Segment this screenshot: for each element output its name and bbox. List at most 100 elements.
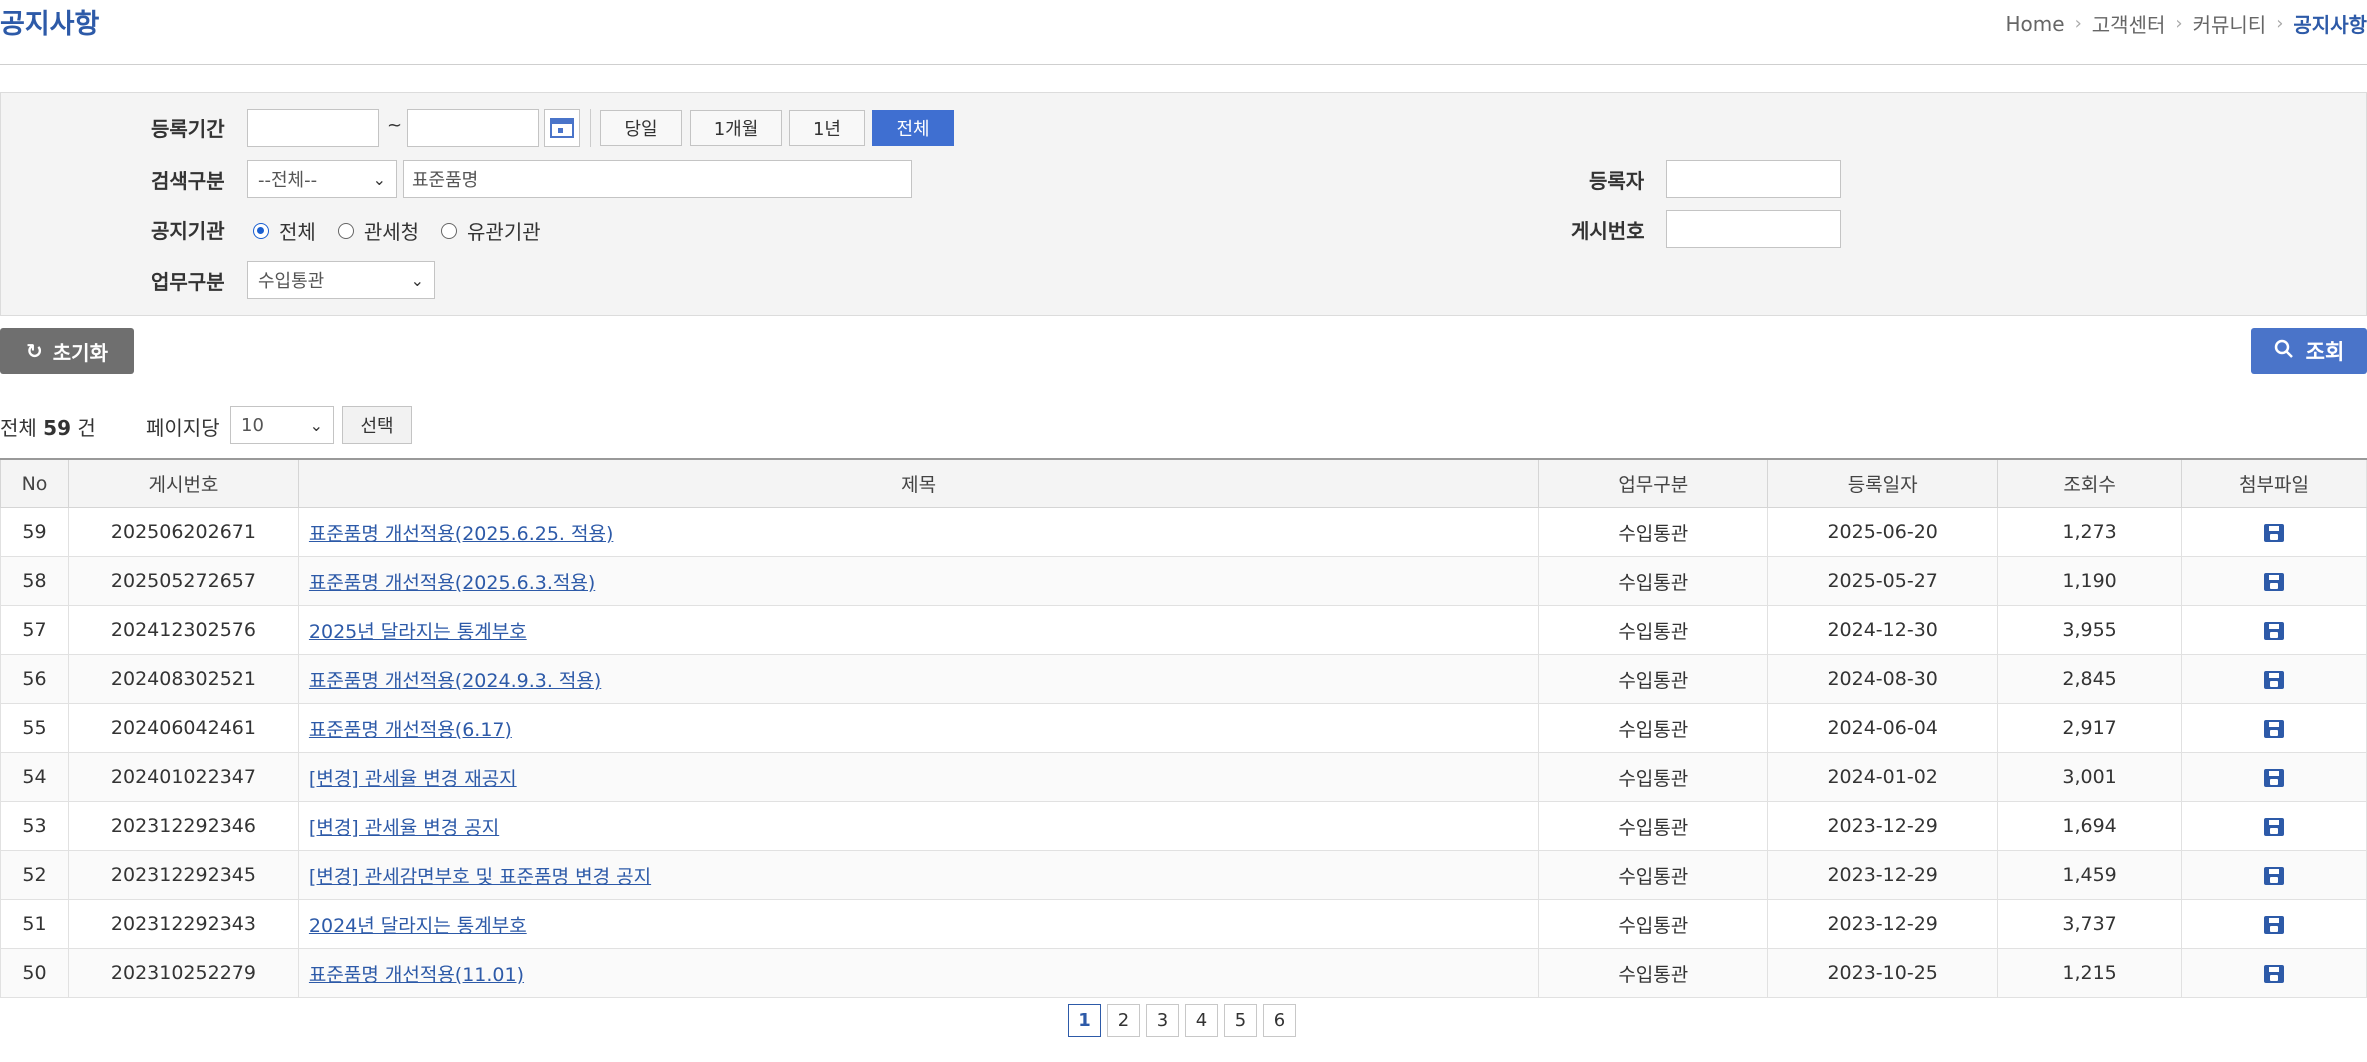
row-views: 1,190 — [1997, 556, 2182, 606]
page-link-4[interactable]: 4 — [1185, 1004, 1218, 1037]
save-file-icon[interactable] — [2264, 866, 2285, 885]
row-post-number: 202312292346 — [67, 801, 299, 851]
save-file-icon[interactable] — [2264, 817, 2285, 836]
date-to-input[interactable] — [407, 109, 539, 147]
row-post-number: 202406042461 — [67, 703, 299, 753]
per-page-select[interactable]: 10 ⌄ — [230, 406, 334, 444]
row-post-number: 202312292343 — [67, 899, 299, 949]
save-file-icon[interactable] — [2264, 768, 2285, 787]
row-attachment — [2181, 703, 2367, 753]
row-title-link[interactable]: 2025년 달라지는 통계부호 — [309, 621, 527, 643]
row-date: 2024-08-30 — [1767, 654, 1998, 704]
total-number: 59 — [43, 416, 72, 440]
row-category: 수입통관 — [1538, 654, 1768, 704]
period-today-button[interactable]: 당일 — [600, 110, 682, 146]
row-title-link[interactable]: [변경] 관세감면부호 및 표준품명 변경 공지 — [309, 866, 651, 888]
page-link-2[interactable]: 2 — [1107, 1004, 1140, 1037]
page-link-3[interactable]: 3 — [1146, 1004, 1179, 1037]
row-attachment — [2181, 899, 2367, 949]
reset-button[interactable]: ↻ 초기화 — [0, 328, 134, 374]
row-views: 2,917 — [1997, 703, 2182, 753]
page-link-6[interactable]: 6 — [1263, 1004, 1296, 1037]
search-type-select[interactable]: --전체-- ⌄ — [247, 160, 397, 198]
chevron-down-icon: ⌄ — [372, 169, 386, 189]
table-row[interactable]: 53 202312292346 [변경] 관세율 변경 공지 수입통관 2023-12-… — [0, 801, 2367, 851]
table-row[interactable]: 59 202506202671 표준품명 개선적용(2025.6.25. 적용) 수입… — [0, 507, 2367, 557]
divider — [590, 109, 591, 147]
date-range-tilde: ~ — [387, 115, 403, 136]
row-category: 수입통관 — [1538, 899, 1768, 949]
row-title-link[interactable]: 2024년 달라지는 통계부호 — [309, 915, 527, 937]
row-title-link[interactable]: 표준품명 개선적용(11.01) — [309, 964, 524, 986]
breadcrumb-community[interactable]: 커뮤니티 — [2193, 9, 2267, 38]
save-file-icon[interactable] — [2264, 670, 2285, 689]
row-date: 2023-12-29 — [1767, 850, 1998, 900]
agency-option-customs: 관세청 — [363, 220, 420, 244]
date-from-input[interactable] — [247, 109, 379, 147]
table-row[interactable]: 52 202312292345 [변경] 관세감면부호 및 표준품명 변경 공지 수입… — [0, 850, 2367, 900]
registrant-input[interactable] — [1666, 160, 1841, 198]
row-title-cell: 2024년 달라지는 통계부호 — [297, 899, 1539, 949]
row-title-link[interactable]: [변경] 관세율 변경 재공지 — [309, 768, 517, 790]
period-all-button[interactable]: 전체 — [872, 110, 954, 146]
row-title-link[interactable]: 표준품명 개선적용(2024.9.3. 적용) — [309, 670, 601, 692]
row-title-cell: 표준품명 개선적용(11.01) — [297, 948, 1539, 998]
row-title-link[interactable]: 표준품명 개선적용(2025.6.3.적용) — [309, 572, 595, 594]
row-post-number: 202401022347 — [67, 752, 299, 802]
reset-button-label: 초기화 — [52, 340, 108, 365]
keyword-input[interactable] — [403, 160, 912, 198]
row-title-link[interactable]: 표준품명 개선적용(6.17) — [309, 719, 512, 741]
post-number-input[interactable] — [1666, 210, 1841, 248]
total-count: 전체 59 건 — [0, 412, 96, 441]
agency-radio-customs[interactable] — [337, 222, 354, 239]
row-post-number: 202412302576 — [67, 605, 299, 655]
table-row[interactable]: 55 202406042461 표준품명 개선적용(6.17) 수입통관 2024-06… — [0, 703, 2367, 753]
row-no: 54 — [0, 752, 69, 802]
chevron-right-icon: › — [2074, 13, 2082, 34]
table-row[interactable]: 58 202505272657 표준품명 개선적용(2025.6.3.적용) 수입통관… — [0, 556, 2367, 606]
agency-radio-all[interactable] — [253, 222, 269, 239]
row-category: 수입통관 — [1538, 507, 1768, 557]
table-row[interactable]: 51 202312292343 2024년 달라지는 통계부호 수입통관 2023-12… — [0, 899, 2367, 949]
page-link-1[interactable]: 1 — [1068, 1004, 1101, 1037]
row-no: 50 — [0, 948, 69, 998]
page-link-5[interactable]: 5 — [1224, 1004, 1257, 1037]
search-type-value: --전체-- — [258, 170, 318, 191]
row-views: 2,845 — [1997, 654, 2182, 704]
table-row[interactable]: 54 202401022347 [변경] 관세율 변경 재공지 수입통관 2024-01… — [0, 752, 2367, 802]
period-1month-button[interactable]: 1개월 — [690, 110, 782, 146]
table-row[interactable]: 56 202408302521 표준품명 개선적용(2024.9.3. 적용) 수입통… — [0, 654, 2367, 704]
per-page-apply-button[interactable]: 선택 — [342, 406, 412, 444]
breadcrumb-home[interactable]: Home — [2006, 12, 2065, 36]
table-row[interactable]: 50 202310252279 표준품명 개선적용(11.01) 수입통관 2023-1… — [0, 948, 2367, 998]
save-file-icon[interactable] — [2264, 719, 2285, 738]
save-file-icon[interactable] — [2264, 964, 2285, 983]
agency-radio-related[interactable] — [441, 222, 458, 239]
table-row[interactable]: 57 202412302576 2025년 달라지는 통계부호 수입통관 2024-12… — [0, 605, 2367, 655]
row-title-cell: [변경] 관세감면부호 및 표준품명 변경 공지 — [297, 850, 1539, 900]
agency-option-all: 전체 — [279, 220, 316, 244]
breadcrumb: Home › 고객센터 › 커뮤니티 › 공지사항 — [2006, 9, 2367, 38]
save-file-icon[interactable] — [2264, 523, 2285, 542]
row-attachment — [2181, 850, 2367, 900]
title-divider — [0, 64, 2367, 65]
row-attachment — [2181, 752, 2367, 802]
total-prefix: 전체 — [0, 416, 37, 440]
save-file-icon[interactable] — [2264, 621, 2285, 640]
save-file-icon[interactable] — [2264, 915, 2285, 934]
per-page-label: 페이지당 — [146, 416, 220, 440]
row-title-link[interactable]: [변경] 관세율 변경 공지 — [309, 817, 499, 839]
search-button[interactable]: 조회 — [2251, 328, 2367, 374]
calendar-icon[interactable] — [544, 109, 580, 147]
row-post-number: 202505272657 — [67, 556, 299, 606]
breadcrumb-customer-center[interactable]: 고객센터 — [2092, 9, 2166, 38]
row-post-number: 202312292345 — [67, 850, 299, 900]
save-file-icon[interactable] — [2264, 572, 2285, 591]
agency-option-related: 유관기관 — [467, 220, 541, 244]
row-no: 55 — [0, 703, 69, 753]
total-suffix: 건 — [77, 416, 96, 440]
row-title-link[interactable]: 표준품명 개선적용(2025.6.25. 적용) — [309, 523, 613, 545]
refresh-icon: ↻ — [26, 339, 43, 363]
work-type-select[interactable]: 수입통관 ⌄ — [247, 261, 435, 299]
period-1year-button[interactable]: 1년 — [789, 110, 865, 146]
